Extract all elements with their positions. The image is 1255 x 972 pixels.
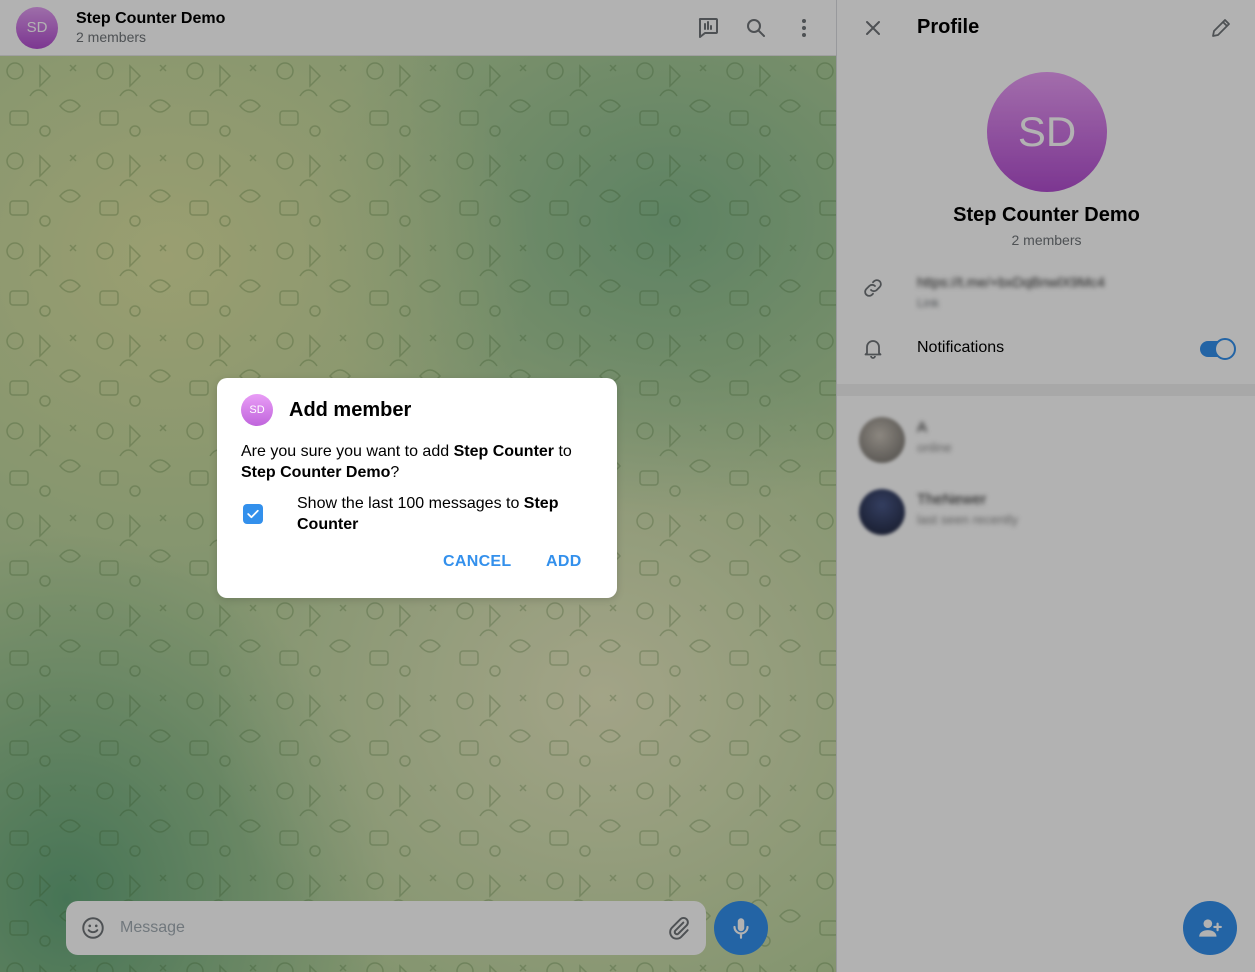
show-history-checkbox[interactable] <box>243 504 263 524</box>
check-text-prefix: Show the last 100 messages to <box>297 495 524 512</box>
dialog-text-mid: to <box>554 443 572 460</box>
add-member-dialog: SD Add member Are you sure you want to a… <box>217 378 617 598</box>
dialog-text-suffix: ? <box>390 464 400 481</box>
dialog-bot-name: Step Counter <box>453 443 555 460</box>
dialog-title: Add member <box>289 399 412 421</box>
dialog-group-name: Step Counter Demo <box>241 464 391 481</box>
checkmark-icon <box>247 509 259 519</box>
dialog-message: Are you sure you want to add Step Counte… <box>241 441 593 483</box>
show-history-label: Show the last 100 messages to Step Count… <box>297 493 587 535</box>
add-button[interactable]: ADD <box>546 546 582 578</box>
dialog-text-prefix: Are you sure you want to add <box>241 443 454 460</box>
modal-overlay[interactable] <box>0 0 1255 972</box>
dialog-avatar: SD <box>241 394 273 426</box>
cancel-button[interactable]: CANCEL <box>443 546 511 578</box>
